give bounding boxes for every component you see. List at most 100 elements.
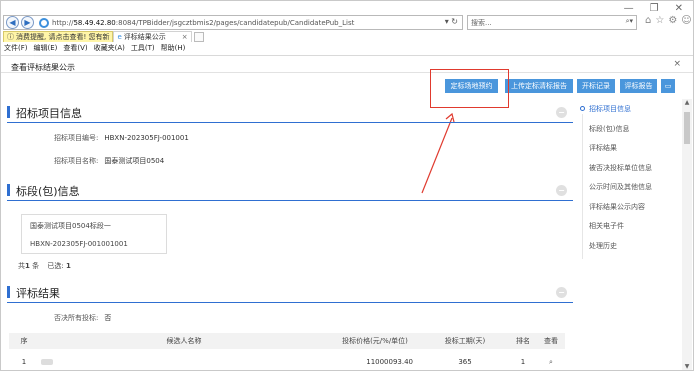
- package-card[interactable]: 国泰测试项目0504标段一 HBXN-202305FJ-001001001: [21, 214, 167, 254]
- active-dot-icon: [580, 106, 585, 111]
- main-panel: 招标项目信息 − 招标项目编号: HBXN-202305FJ-001001 招标项…: [1, 99, 573, 370]
- section-result-title: 评标结果: [16, 287, 60, 300]
- evaluation-report-button[interactable]: 评标报告: [620, 79, 657, 93]
- menu-favorites[interactable]: 收藏夹(A): [94, 43, 125, 53]
- menu-help[interactable]: 帮助(H): [161, 43, 186, 53]
- restore-icon[interactable]: ❐: [650, 3, 659, 14]
- selected-count: 1: [65, 262, 71, 270]
- table-row: 1 11000093.40 365 1 ⌕: [9, 355, 565, 369]
- scroll-thumb[interactable]: [684, 112, 690, 144]
- back-icon[interactable]: ◀: [6, 16, 19, 29]
- tab-label: 评标结果公示: [123, 33, 166, 41]
- section-result-header: 评标结果 −: [7, 284, 573, 303]
- row-price: 11000093.40: [366, 358, 413, 366]
- tab-label: 消费提醒, 请点击查看! 您有新: [16, 33, 110, 41]
- selected-label: 已选:: [47, 262, 64, 270]
- address-bar[interactable]: ◀ ▶ http://58.49.42.80:8084/TPBidder/jsg…: [3, 15, 463, 30]
- reject-all-field: 否决所有投标: 否: [54, 313, 111, 323]
- collapse-icon[interactable]: −: [556, 287, 567, 298]
- action-toolbar: 定标场地预约 上传定标清标报告 开标记录 评标报告 ▭: [1, 79, 693, 95]
- scroll-down-icon[interactable]: ▼: [682, 363, 692, 370]
- collapse-icon[interactable]: −: [556, 107, 567, 118]
- reject-all-value: 否: [104, 314, 112, 322]
- section-project-title: 招标项目信息: [16, 107, 82, 120]
- browser-window: — ❐ ✕ ◀ ▶ http://58.49.42.80:8084/TPBidd…: [0, 0, 694, 371]
- menu-bar: 文件(F) 编辑(E) 查看(V) 收藏夹(A) 工具(T) 帮助(H): [1, 43, 693, 53]
- card-icon[interactable]: ▭: [661, 79, 675, 93]
- refresh-icon[interactable]: ▾ ↻: [445, 17, 458, 26]
- nav-publicity-content[interactable]: 评标结果公示内容: [579, 202, 681, 222]
- col-price-header: 投标价格(元/%/单位): [342, 337, 408, 345]
- menu-file[interactable]: 文件(F): [4, 43, 28, 53]
- new-tab-button[interactable]: [193, 32, 204, 42]
- window-controls: — ❐ ✕: [624, 3, 683, 14]
- view-search-icon[interactable]: ⌕: [537, 355, 565, 369]
- section-package-header: 标段(包)信息 −: [7, 182, 573, 201]
- total-count: 1: [25, 262, 30, 270]
- col-candidate-header: 候选人名称: [166, 337, 202, 345]
- section-divider: [7, 302, 573, 303]
- nav-project-info[interactable]: 招标项目信息: [579, 104, 681, 124]
- search-input[interactable]: 搜索... ⌕▾: [467, 15, 637, 30]
- menu-view[interactable]: 查看(V): [63, 43, 87, 53]
- reject-all-label: 否决所有投标:: [54, 314, 99, 322]
- ie-page-icon: e: [117, 33, 122, 41]
- bid-opening-record-button[interactable]: 开标记录: [577, 79, 615, 93]
- page-content: 查看评标结果公示 × 定标场地预约 上传定标清标报告 开标记录 评标报告 ▭ 招…: [1, 55, 693, 370]
- ie-logo-icon: [39, 17, 49, 28]
- col-rank-header: 排名: [516, 337, 530, 345]
- section-divider: [7, 122, 573, 123]
- menu-edit[interactable]: 编辑(E): [34, 43, 58, 53]
- nav-rejected-bidders[interactable]: 被否决投标单位信息: [579, 163, 681, 183]
- section-divider: [7, 200, 573, 201]
- package-count-summary: 共1 条 已选: 1: [18, 261, 71, 271]
- scroll-up-icon[interactable]: ▲: [682, 99, 692, 109]
- row-rank: 1: [520, 358, 526, 366]
- project-code-value: HBXN-202305FJ-001001: [104, 134, 189, 142]
- col-index-header: 序: [20, 337, 28, 345]
- project-name-label: 招标项目名称:: [54, 157, 99, 165]
- total-prefix: 共: [18, 262, 25, 270]
- row-candidate-name-redacted: [39, 355, 329, 369]
- browser-toolbar-icons: ⌂ ☆ ⚙ ☺: [645, 15, 692, 26]
- minimize-icon[interactable]: —: [624, 3, 634, 14]
- project-code-label: 招标项目编号:: [54, 134, 99, 142]
- row-period: 365: [458, 358, 472, 366]
- section-bar: [7, 184, 10, 196]
- right-anchor-nav: 招标项目信息 标段(包)信息 评标结果 被否决投标单位信息 公示时间及其他信息 …: [579, 104, 681, 260]
- collapse-icon[interactable]: −: [556, 185, 567, 196]
- vertical-scrollbar[interactable]: ▲ ▼: [682, 99, 692, 370]
- favorites-icon[interactable]: ☆: [655, 15, 664, 26]
- close-window-icon[interactable]: ✕: [675, 3, 683, 14]
- page-title: 查看评标结果公示: [11, 63, 75, 72]
- home-icon[interactable]: ⌂: [645, 15, 651, 26]
- url-text[interactable]: http://58.49.42.80:8084/TPBidder/jsgcztb…: [52, 19, 354, 27]
- tab-close-icon[interactable]: ×: [182, 33, 188, 41]
- total-unit: 条: [32, 262, 40, 270]
- row-index: 1: [21, 358, 27, 366]
- section-bar: [7, 106, 10, 118]
- nav-evaluation-result[interactable]: 评标结果: [579, 143, 681, 163]
- section-project-header: 招标项目信息 −: [7, 104, 573, 123]
- search-icon[interactable]: ⌕▾: [626, 17, 633, 26]
- nav-package-info[interactable]: 标段(包)信息: [579, 124, 681, 144]
- tab-notice[interactable]: ⓘ 消费提醒, 请点击查看! 您有新: [3, 31, 114, 42]
- smiley-icon[interactable]: ☺: [681, 15, 691, 26]
- section-package-title: 标段(包)信息: [16, 185, 80, 198]
- nav-history[interactable]: 处理历史: [579, 241, 681, 261]
- menu-tools[interactable]: 工具(T): [131, 43, 155, 53]
- col-view-header: 查看: [544, 337, 558, 345]
- table-header: 序 候选人名称 投标价格(元/%/单位) 投标工期(天) 排名 查看: [9, 333, 565, 349]
- settings-gear-icon[interactable]: ⚙: [668, 15, 677, 26]
- close-icon[interactable]: ×: [673, 59, 681, 69]
- info-icon: ⓘ: [7, 33, 14, 41]
- tab-result-publicity[interactable]: e 评标结果公示 ×: [113, 31, 192, 42]
- forward-icon[interactable]: ▶: [21, 16, 34, 29]
- browser-chrome: — ❐ ✕ ◀ ▶ http://58.49.42.80:8084/TPBidd…: [1, 1, 693, 61]
- nav-attachments[interactable]: 相关电子件: [579, 221, 681, 241]
- search-placeholder: 搜索...: [471, 19, 492, 27]
- project-code-field: 招标项目编号: HBXN-202305FJ-001001: [54, 133, 189, 143]
- nav-publicity-time[interactable]: 公示时间及其他信息: [579, 182, 681, 202]
- nav-label: 招标项目信息: [589, 105, 631, 113]
- upload-report-button[interactable]: 上传定标清标报告: [505, 79, 573, 93]
